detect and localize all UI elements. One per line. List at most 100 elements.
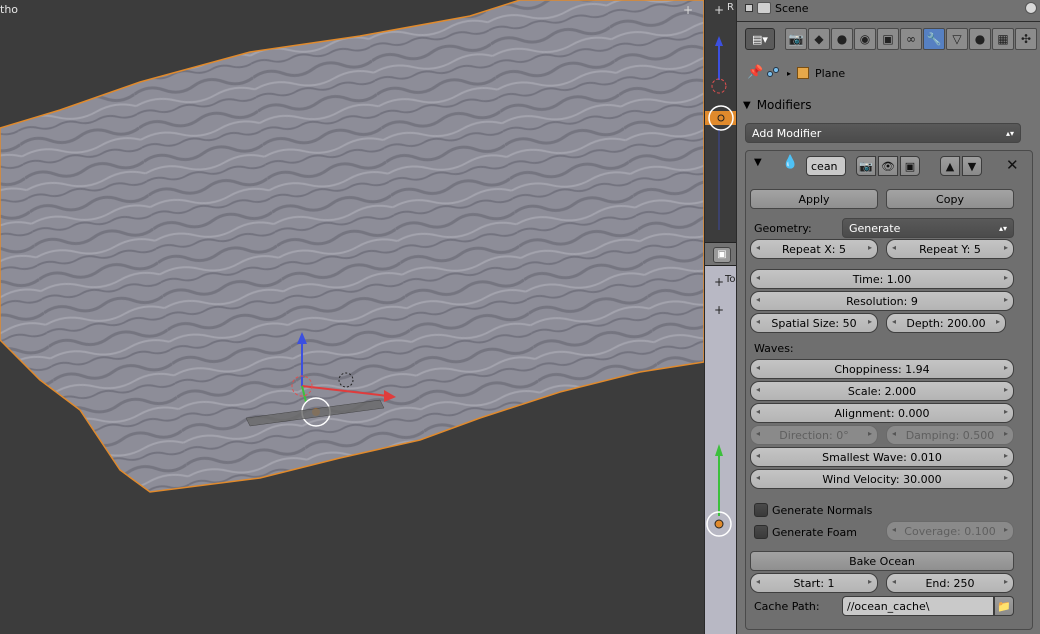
render-toggle-icon[interactable]: 📷 [856,156,876,176]
generate-foam-checkbox[interactable] [754,525,768,539]
constraints-icon[interactable]: ∞ [900,28,922,50]
add-modifier-dropdown[interactable]: Add Modifier ▴▾ [745,123,1021,143]
ocean-modifier-box: ▼ 💧 cean 📷 👁 ▣ ▲ ▼ ✕ Apply Copy Geometry… [745,150,1033,630]
coverage-field[interactable]: ◂ Coverage: 0.100 ▸ [886,521,1014,541]
layers-icon[interactable]: ◆ [808,28,830,50]
object-icon[interactable]: ▣ [877,28,899,50]
bake-ocean-button[interactable]: Bake Ocean [750,551,1014,571]
generate-foam-label: Generate Foam [772,526,857,539]
direction-value: Direction: 0° [779,428,849,442]
scale-field[interactable]: ◂ Scale: 2.000 ▸ [750,381,1014,401]
direction-field[interactable]: ◂ Direction: 0° ▸ [750,425,878,445]
choppiness-field[interactable]: ◂ Choppiness: 1.94 ▸ [750,359,1014,379]
lower-mini-gizmo [706,444,732,537]
view-menu-icon[interactable]: ▣ [713,247,731,263]
dropdown-arrows-icon: ▴▾ [1005,128,1014,138]
lower-mini-viewport[interactable]: + To + [705,266,736,634]
mini-gizmo [705,36,736,230]
ocean-mesh-view[interactable] [0,0,704,634]
pin-icon[interactable]: 📌 [747,66,763,80]
repeat-x-value: Repeat X: 5 [782,242,846,256]
visibility-icon[interactable] [1025,2,1037,14]
smallest-wave-value: Smallest Wave: 0.010 [822,450,942,464]
wind-velocity-field[interactable]: ◂ Wind Velocity: 30.000 ▸ [750,469,1014,489]
start-value: Start: 1 [793,576,835,590]
upper-mini-viewport[interactable]: + R [705,0,736,242]
time-field[interactable]: ◂ Time: 1.00 ▸ [750,269,1014,289]
scene-icon[interactable]: ● [831,28,853,50]
smallest-wave-field[interactable]: ◂ Smallest Wave: 0.010 ▸ [750,447,1014,467]
repeat-y-field[interactable]: ◂ Repeat Y: 5 ▸ [886,239,1014,259]
depth-value: Depth: 200.00 [906,316,986,330]
folder-icon[interactable]: 📁 [994,596,1014,616]
scene-icon [757,2,771,14]
geometry-value: Generate [849,221,901,235]
end-frame-field[interactable]: ◂ End: 250 ▸ [886,573,1014,593]
repeat-x-field[interactable]: ◂ Repeat X: 5 ▸ [750,239,878,259]
choppiness-value: Choppiness: 1.94 [834,362,930,376]
editor-type-icon[interactable]: ▤▾ [745,28,775,50]
particles-icon[interactable]: ✣ [1015,28,1037,50]
modifier-name-field[interactable]: cean [806,156,846,176]
breadcrumb-separator-icon: ▸ [787,68,792,78]
ocean-modifier-icon: 💧 [782,155,799,170]
panel-collapse-icon[interactable]: ▼ [743,100,751,111]
object-cube-icon [797,67,810,79]
geometry-dropdown[interactable]: Generate ▴▾ [842,218,1014,238]
mini-view-header: ▣ [705,242,736,266]
modifiers-icon[interactable]: 🔧 [923,28,945,50]
alignment-value: Alignment: 0.000 [834,406,930,420]
wind-velocity-value: Wind Velocity: 30.000 [822,472,942,486]
panel-title: Modifiers [756,98,812,112]
damping-field[interactable]: ◂ Damping: 0.500 ▸ [886,425,1014,445]
outliner-strip: Scene [737,0,1040,22]
breadcrumb: 📌 ▸ Plane [747,64,845,82]
world-icon[interactable]: ◉ [854,28,876,50]
viewport-toggle-icon[interactable]: 👁 [878,156,898,176]
time-value: Time: 1.00 [852,272,912,286]
cache-path-input[interactable]: //ocean_cache\ [842,596,994,616]
expand-icon[interactable] [745,4,753,12]
modifier-collapse-icon[interactable]: ▼ [754,157,762,168]
viewport-split-plus-icon[interactable]: + [682,4,694,16]
editmode-toggle-icon[interactable]: ▣ [900,156,920,176]
spatial-size-field[interactable]: ◂ Spatial Size: 50 ▸ [750,313,878,333]
scene-label: Scene [775,1,809,15]
repeat-y-value: Repeat Y: 5 [919,242,981,256]
spatial-size-value: Spatial Size: 50 [771,316,857,330]
apply-button[interactable]: Apply [750,189,878,209]
end-value: End: 250 [925,576,975,590]
render-icon[interactable]: 📷 [785,28,807,50]
geometry-label: Geometry: [754,222,812,235]
data-icon[interactable]: ▽ [946,28,968,50]
breadcrumb-object-name: Plane [815,66,846,80]
alignment-field[interactable]: ◂ Alignment: 0.000 ▸ [750,403,1014,423]
start-frame-field[interactable]: ◂ Start: 1 ▸ [750,573,878,593]
ocean-surface [0,0,704,493]
context-icon [767,67,781,79]
viewport-view-label: tho [0,3,19,16]
cache-path-label: Cache Path: [754,600,820,613]
close-icon[interactable]: ✕ [1006,156,1019,174]
modifiers-panel-header[interactable]: ▼ Modifiers [743,94,1035,116]
generate-normals-label: Generate Normals [772,504,873,517]
material-icon[interactable]: ● [969,28,991,50]
texture-icon[interactable]: ▦ [992,28,1014,50]
dropdown-arrows-icon: ▴▾ [998,223,1007,233]
resolution-value: Resolution: 9 [846,294,918,308]
properties-editor: Scene ▤▾ 📷 ◆ ● ◉ ▣ ∞ 🔧 ▽ ● ▦ ✣ 📌 ▸ Plane… [736,0,1040,634]
scale-value: Scale: 2.000 [847,384,917,398]
depth-field[interactable]: ◂ Depth: 200.00 ▸ [886,313,1006,333]
damping-value: Damping: 0.500 [905,428,995,442]
properties-tabs: ▤▾ 📷 ◆ ● ◉ ▣ ∞ 🔧 ▽ ● ▦ ✣ [737,22,1040,56]
coverage-value: Coverage: 0.100 [904,524,996,538]
move-up-icon[interactable]: ▲ [940,156,960,176]
resolution-field[interactable]: ◂ Resolution: 9 ▸ [750,291,1014,311]
generate-normals-checkbox[interactable] [754,503,768,517]
waves-label: Waves: [754,342,794,355]
outliner-scene-row[interactable]: Scene [745,1,809,15]
copy-button[interactable]: Copy [886,189,1014,209]
secondary-viewports: + R ▣ + To + [704,0,736,634]
3d-viewport[interactable]: tho + [0,0,704,634]
move-down-icon[interactable]: ▼ [962,156,982,176]
